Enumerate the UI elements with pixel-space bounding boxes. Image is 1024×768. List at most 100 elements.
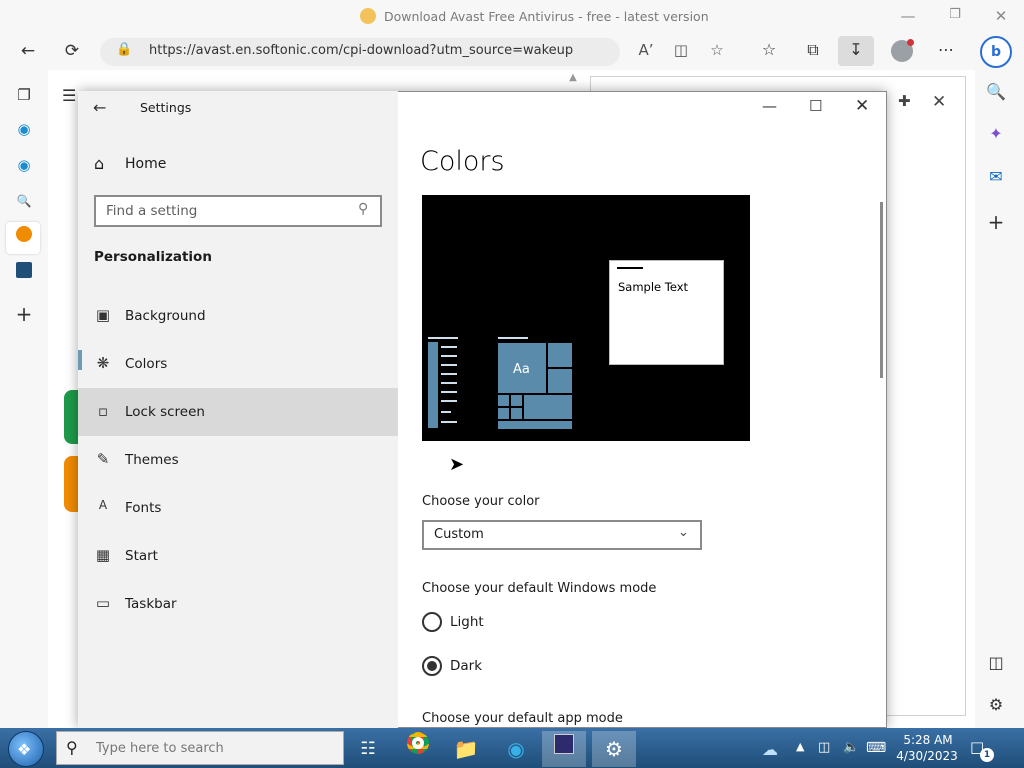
radio-light[interactable] [422, 612, 442, 632]
tab-actions-icon[interactable]: ❐ [12, 83, 36, 107]
page-scroll-up-arrow-icon[interactable]: ▲ [566, 72, 580, 92]
preview-tile-label: Aa [513, 362, 530, 377]
nav-item-start[interactable]: ▦ Start [78, 532, 398, 580]
preview-sample-window [609, 260, 724, 365]
preview-tile [498, 408, 509, 419]
choose-color-label: Choose your color [422, 494, 540, 509]
bing-chat-button[interactable]: b [980, 36, 1012, 68]
choose-color-value: Custom [434, 527, 484, 542]
collections-icon[interactable]: ⧉ [801, 40, 825, 60]
edge-tab-icon[interactable]: ◉ [12, 117, 36, 141]
sidebar-add-icon[interactable]: + [984, 210, 1008, 234]
chrome-icon[interactable] [396, 731, 440, 767]
preview-menu-line [428, 337, 458, 339]
preview-tile [511, 395, 522, 406]
chevron-down-icon[interactable]: ⌄ [678, 525, 689, 540]
preview-tile [548, 343, 572, 367]
section-title-personalization: Personalization [94, 249, 212, 265]
palette-icon: ❋ [96, 354, 110, 372]
download-icon[interactable]: ↧ [844, 40, 868, 59]
outlook-icon[interactable]: ✉ [984, 165, 1008, 189]
clock-date[interactable]: 4/30/2023 [896, 749, 958, 763]
more-options-icon[interactable]: ⋯ [934, 40, 958, 59]
app-icon[interactable] [542, 731, 586, 767]
favorites-icon[interactable]: ☆ [757, 40, 781, 59]
sidebar-settings-gear-icon[interactable]: ⚙ [984, 693, 1008, 717]
radio-light-label[interactable]: Light [450, 614, 484, 630]
home-icon[interactable]: ⌂ [94, 154, 104, 173]
search-magnifier-icon: ⚲ [358, 201, 369, 217]
page-menu-icon[interactable]: ☰ [62, 86, 76, 105]
unpin-icon[interactable]: ✚ [898, 92, 911, 110]
app-tab-icon[interactable] [12, 261, 36, 285]
settings-scrollbar[interactable] [880, 202, 883, 378]
mouse-cursor-icon: ➤ [449, 454, 465, 475]
radio-dark-selected-dot [427, 661, 437, 671]
radio-dark-label[interactable]: Dark [450, 658, 482, 674]
panel-close-icon[interactable]: ✕ [932, 92, 946, 112]
settings-window-title: Settings [140, 100, 192, 115]
browser-close-button[interactable]: ✕ [991, 7, 1011, 25]
preview-tile-wide [524, 395, 572, 419]
preview-line [441, 400, 457, 402]
softonic-tab-icon[interactable] [12, 225, 36, 249]
task-view-icon[interactable]: ☷ [346, 731, 390, 767]
taskbar-icon: ▭ [95, 594, 111, 612]
add-favorite-icon[interactable]: ☆ [707, 41, 727, 59]
weather-icon[interactable]: ☁ [762, 740, 778, 759]
settings-minimize-button[interactable]: — [762, 97, 777, 115]
settings-close-button[interactable]: ✕ [855, 96, 869, 116]
edge-icon[interactable]: ◉ [494, 731, 538, 767]
settings-maximize-button[interactable]: ☐ [809, 97, 822, 115]
keyboard-icon[interactable]: ⌨ [866, 740, 886, 756]
back-arrow-icon[interactable]: ← [16, 41, 40, 63]
image-icon: ▣ [95, 306, 111, 324]
taskbar-search-icon: ⚲ [66, 738, 78, 757]
nav-item-colors[interactable]: ❋ Colors [78, 340, 398, 388]
preview-line [441, 346, 457, 348]
preview-line [441, 382, 457, 384]
volume-icon[interactable]: 🔈 [843, 740, 859, 755]
fonts-icon: A [98, 498, 108, 512]
preview-tile [498, 395, 509, 406]
nav-item-taskbar[interactable]: ▭ Taskbar [78, 580, 398, 628]
nav-item-themes[interactable]: ✎ Themes [78, 436, 398, 484]
settings-back-arrow-icon[interactable]: ← [93, 98, 106, 117]
immersive-reader-icon[interactable]: ◫ [671, 41, 691, 59]
preview-line [441, 355, 457, 357]
themes-icon: ✎ [96, 450, 110, 468]
refresh-icon[interactable]: ⟳ [60, 41, 84, 63]
settings-gear-icon[interactable]: ⚙ [592, 731, 636, 767]
url-text[interactable]: https://avast.en.softonic.com/cpi-downlo… [149, 43, 573, 58]
preview-sample-text: Sample Text [618, 280, 689, 294]
clock-time[interactable]: 5:28 AM [900, 733, 956, 747]
preview-line [441, 391, 457, 393]
home-link[interactable]: Home [125, 156, 166, 172]
preview-tile [548, 369, 572, 393]
sidebar-toggle-icon[interactable]: ◫ [984, 651, 1008, 675]
taskbar-search-placeholder: Type here to search [96, 741, 224, 756]
preview-menu-column [428, 342, 438, 428]
lock-icon[interactable]: 🔒 [116, 42, 132, 57]
preview-sample-titlebar [617, 267, 643, 269]
preview-tiles-line [498, 337, 528, 339]
nav-item-background[interactable]: ▣ Background [78, 292, 398, 340]
tray-expand-chevron-icon[interactable]: ▲ [796, 740, 804, 753]
preview-line [441, 373, 457, 375]
nav-item-fonts[interactable]: A Fonts [78, 484, 398, 532]
profile-alert-badge [907, 39, 914, 46]
file-explorer-icon[interactable]: 📁 [444, 731, 488, 767]
browser-tab-title[interactable]: Download Avast Free Antivirus - free - l… [360, 8, 709, 24]
softonic-favicon-icon [360, 8, 376, 24]
nav-item-lock-screen[interactable]: ▫ Lock screen [78, 388, 398, 436]
search-tab-icon[interactable]: 🔍 [12, 189, 36, 213]
lock-screen-icon: ▫ [97, 402, 109, 420]
sidebar-search-icon[interactable]: 🔍 [984, 80, 1008, 104]
browser-restore-button[interactable]: ❐ [945, 7, 965, 22]
read-aloud-icon[interactable]: A’ [636, 41, 656, 59]
browser-minimize-button[interactable]: — [898, 7, 918, 25]
new-tab-plus-icon[interactable]: + [12, 302, 36, 326]
sidebar-games-icon[interactable]: ✦ [984, 122, 1008, 146]
network-icon[interactable]: ◫ [818, 740, 830, 755]
edge-tab-icon-2[interactable]: ◉ [12, 153, 36, 177]
